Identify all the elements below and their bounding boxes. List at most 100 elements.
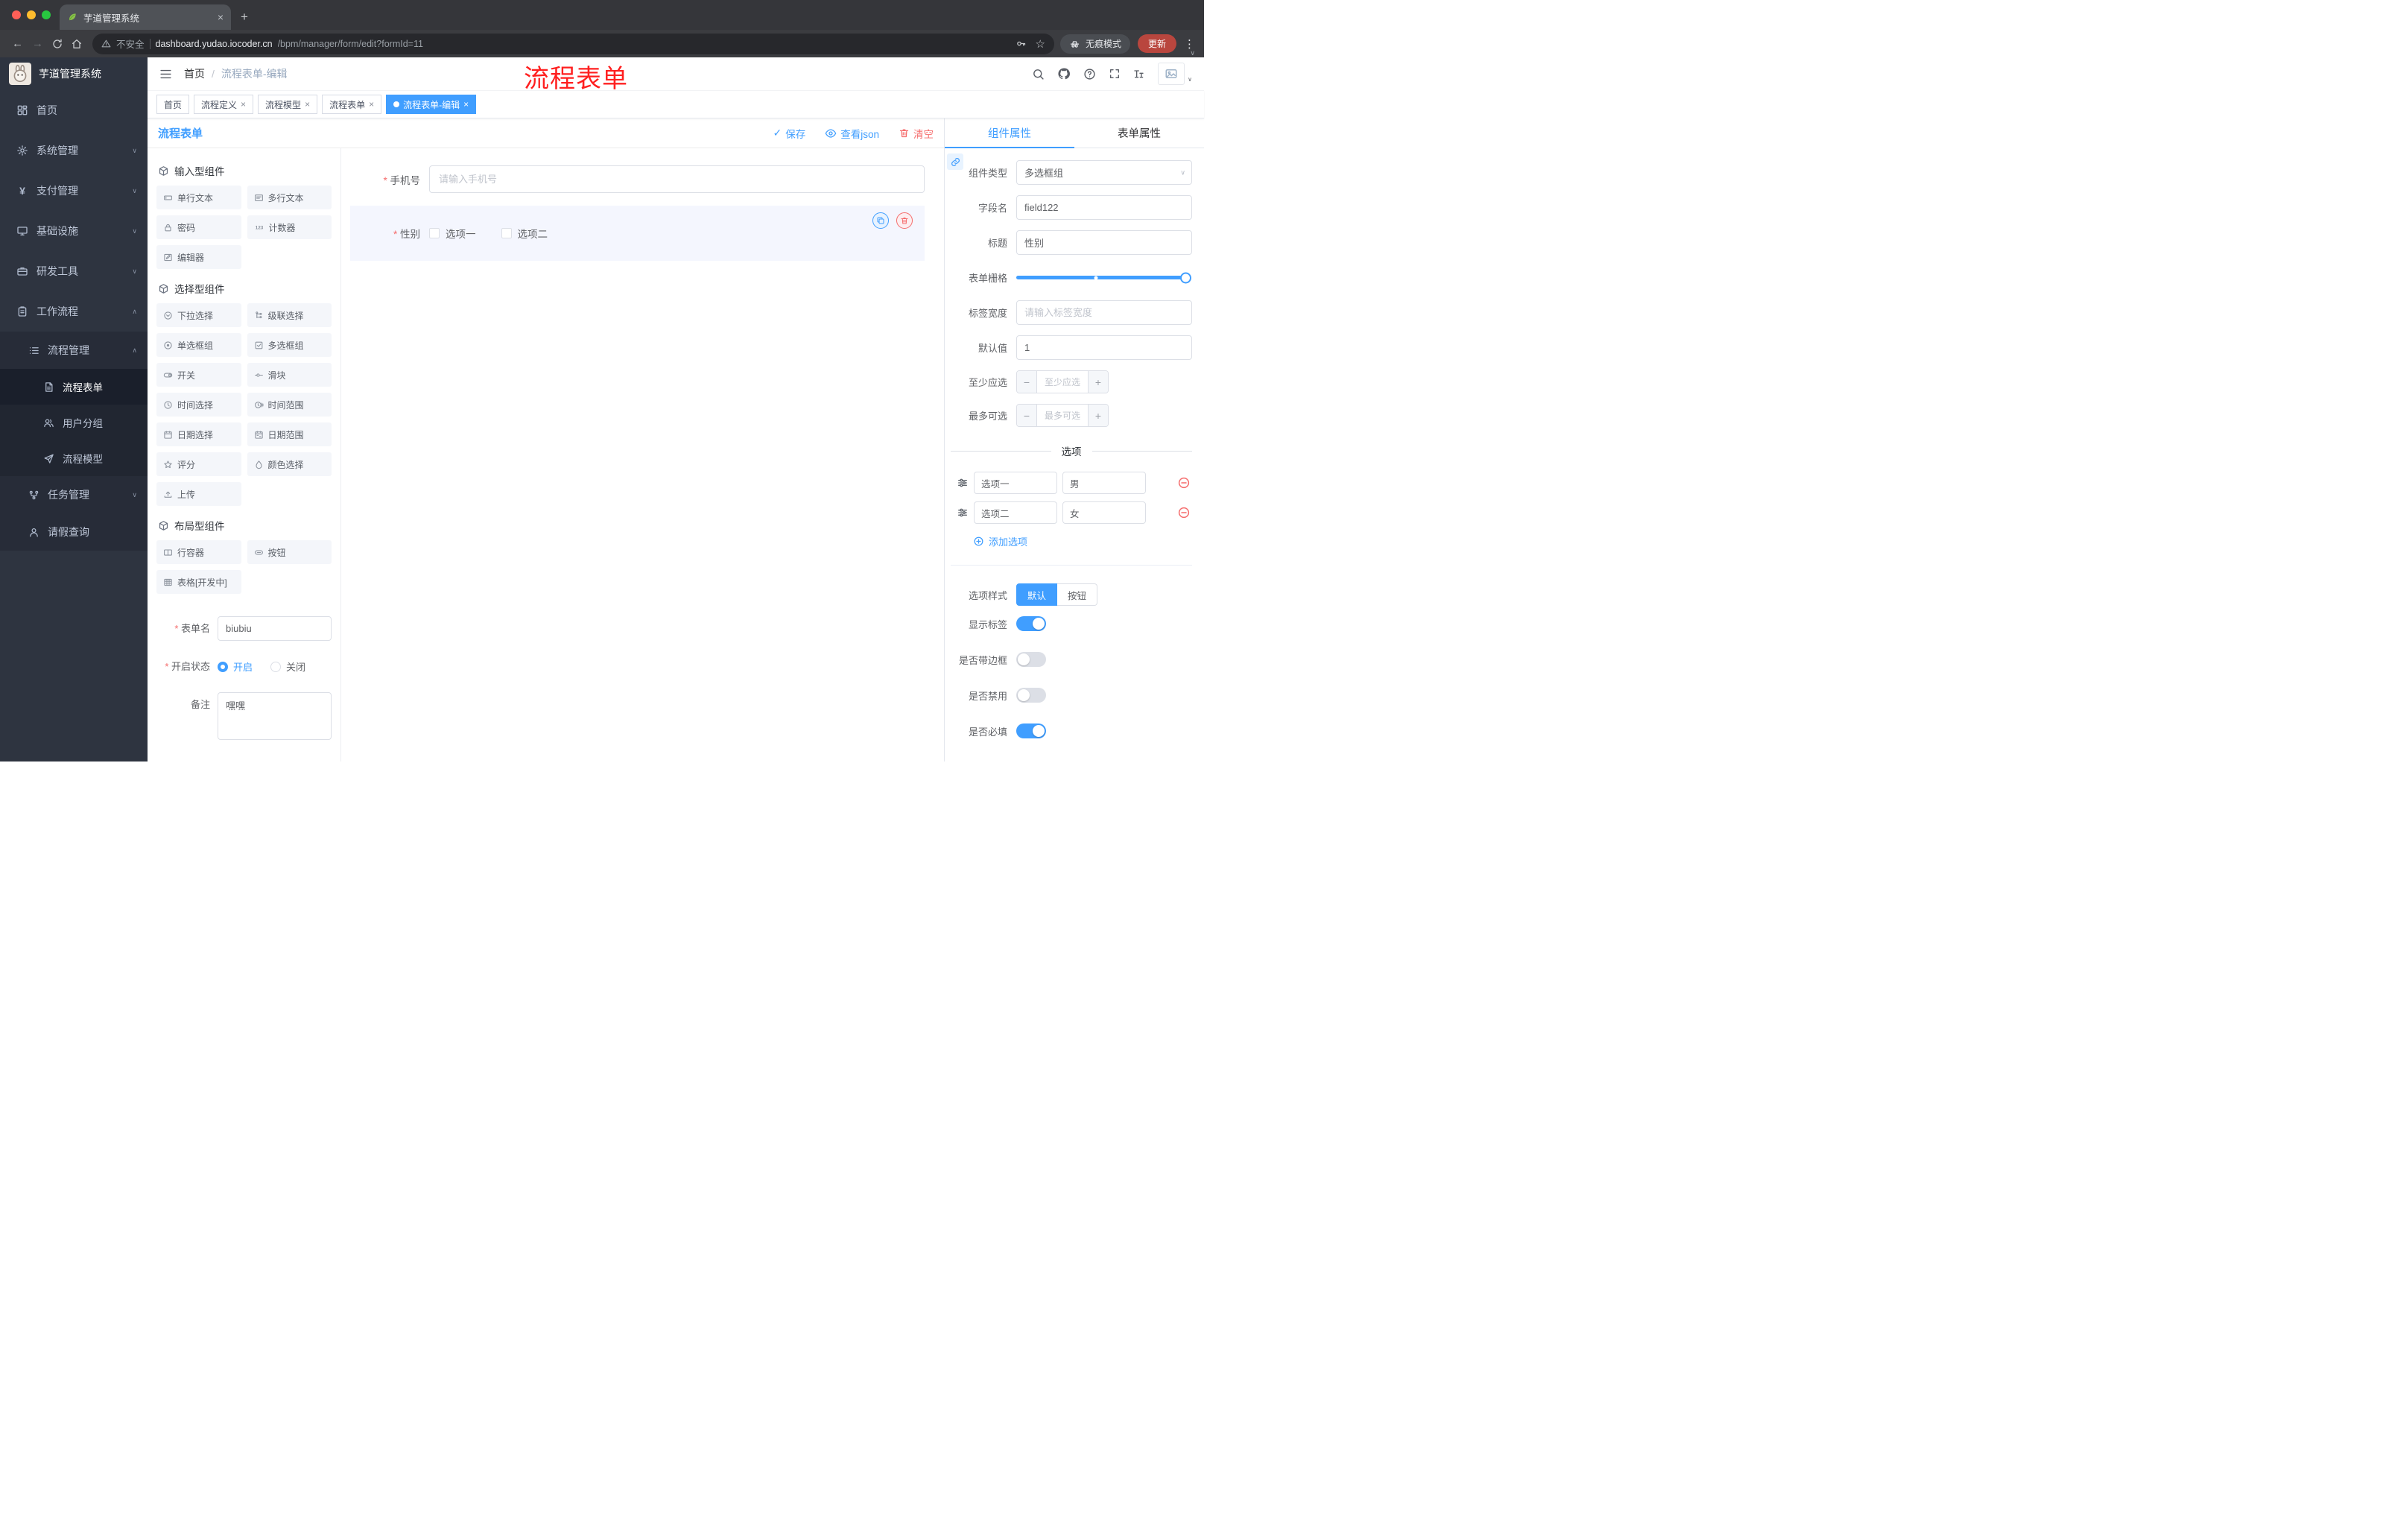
home-button[interactable] xyxy=(71,38,83,50)
add-option-button[interactable]: 添加选项 xyxy=(973,534,1192,548)
palette-item-slider[interactable]: 滑块 xyxy=(247,363,332,387)
close-icon[interactable]: × xyxy=(241,100,246,109)
sidebar-item-infrastructure[interactable]: 基础设施 ∨ xyxy=(0,211,148,251)
bookmark-star-icon[interactable]: ☆ xyxy=(1036,37,1045,51)
collapse-sidebar-icon[interactable] xyxy=(159,68,172,80)
tab-component-props[interactable]: 组件属性 xyxy=(945,118,1074,148)
palette-item-time-range[interactable]: 时间范围 xyxy=(247,393,332,417)
sidebar-item-dev-tools[interactable]: 研发工具 ∨ xyxy=(0,251,148,291)
label-width-input[interactable] xyxy=(1016,300,1192,325)
new-tab-button[interactable]: + xyxy=(241,10,248,23)
border-toggle[interactable] xyxy=(1016,652,1046,667)
checkbox-option-one[interactable]: 选项一 xyxy=(429,226,476,241)
stepper-minus-button[interactable]: − xyxy=(1017,405,1037,426)
canvas-field-gender-selected[interactable]: 性别 选项一 选项二 xyxy=(350,206,925,261)
grid-slider[interactable] xyxy=(1016,265,1192,290)
sidebar-item-home[interactable]: 首页 xyxy=(0,90,148,130)
component-type-select[interactable]: 多选框组 xyxy=(1016,160,1192,185)
palette-item-radio-group[interactable]: 单选框组 xyxy=(156,333,241,357)
checkbox-option-two[interactable]: 选项二 xyxy=(501,226,548,241)
sidebar-item-process-model[interactable]: 流程模型 xyxy=(0,440,148,476)
reload-button[interactable] xyxy=(51,38,63,50)
drag-handle-icon[interactable] xyxy=(957,477,969,489)
browser-tab[interactable]: 芋道管理系统 × xyxy=(60,4,231,30)
palette-item-switch[interactable]: 开关 xyxy=(156,363,241,387)
sidebar-item-task-management[interactable]: 任务管理 ∨ xyxy=(0,476,148,513)
tag-process-model[interactable]: 流程模型 × xyxy=(258,95,318,114)
window-close-button[interactable] xyxy=(12,10,21,19)
password-key-icon[interactable] xyxy=(1016,38,1027,49)
min-stepper-input[interactable] xyxy=(1037,371,1088,393)
tag-process-form[interactable]: 流程表单 × xyxy=(322,95,382,114)
close-icon[interactable]: × xyxy=(305,100,310,109)
option-value-input[interactable] xyxy=(1062,472,1146,494)
palette-item-button[interactable]: 按钮 xyxy=(247,540,332,564)
show-label-toggle[interactable] xyxy=(1016,616,1046,631)
option-label-input[interactable] xyxy=(974,472,1057,494)
palette-item-single-line-text[interactable]: 单行文本 xyxy=(156,186,241,209)
fullscreen-icon[interactable] xyxy=(1109,68,1121,80)
palette-item-upload[interactable]: 上传 xyxy=(156,482,241,506)
palette-item-select[interactable]: 下拉选择 xyxy=(156,303,241,327)
save-button[interactable]: ✓ 保存 xyxy=(773,126,806,141)
palette-item-date-range[interactable]: 日期范围 xyxy=(247,422,332,446)
palette-item-multi-line-text[interactable]: 多行文本 xyxy=(247,186,332,209)
form-name-input[interactable] xyxy=(218,616,332,641)
palette-item-password[interactable]: 密码 xyxy=(156,215,241,239)
tag-process-form-edit[interactable]: 流程表单-编辑 × xyxy=(386,95,477,114)
delete-component-button[interactable] xyxy=(896,212,913,229)
radio-status-off[interactable]: 关闭 xyxy=(270,659,305,674)
palette-item-rate[interactable]: 评分 xyxy=(156,452,241,476)
palette-item-editor[interactable]: 编辑器 xyxy=(156,245,241,269)
font-size-icon[interactable] xyxy=(1133,68,1145,80)
sidebar-item-payment-management[interactable]: ¥ 支付管理 ∨ xyxy=(0,171,148,211)
style-button-button[interactable]: 按钮 xyxy=(1057,583,1098,606)
palette-item-table[interactable]: 表格[开发中] xyxy=(156,570,241,594)
palette-item-time-picker[interactable]: 时间选择 xyxy=(156,393,241,417)
max-stepper-input[interactable] xyxy=(1037,405,1088,426)
breadcrumb-home[interactable]: 首页 xyxy=(184,66,205,81)
phone-field-input[interactable] xyxy=(429,165,925,193)
field-name-input[interactable] xyxy=(1016,195,1192,220)
stepper-minus-button[interactable]: − xyxy=(1017,371,1037,393)
option-value-input[interactable] xyxy=(1062,501,1146,524)
github-icon[interactable] xyxy=(1057,67,1071,80)
sidebar-item-process-form[interactable]: 流程表单 xyxy=(0,369,148,405)
window-minimize-button[interactable] xyxy=(27,10,36,19)
remove-option-button[interactable] xyxy=(1177,476,1191,490)
form-remark-textarea[interactable]: 嘿嘿 xyxy=(218,692,332,740)
browser-menu-icon[interactable]: ⋮ xyxy=(1184,37,1195,51)
sidebar-item-workflow[interactable]: 工作流程 ∧ xyxy=(0,291,148,332)
window-zoom-button[interactable] xyxy=(42,10,51,19)
back-button[interactable]: ← xyxy=(7,37,28,50)
update-button[interactable]: 更新 xyxy=(1137,34,1176,53)
search-icon[interactable] xyxy=(1032,68,1045,80)
close-icon[interactable]: × xyxy=(463,100,469,109)
option-label-input[interactable] xyxy=(974,501,1057,524)
title-input[interactable] xyxy=(1016,230,1192,255)
palette-item-date-picker[interactable]: 日期选择 xyxy=(156,422,241,446)
disabled-toggle[interactable] xyxy=(1016,688,1046,703)
user-avatar[interactable]: ∨ xyxy=(1158,63,1192,85)
stepper-plus-button[interactable]: + xyxy=(1088,371,1108,393)
style-default-button[interactable]: 默认 xyxy=(1016,583,1058,606)
palette-item-counter[interactable]: 计数器 xyxy=(247,215,332,239)
security-warning-icon[interactable] xyxy=(101,39,111,48)
form-canvas[interactable]: 手机号 性别 选项一 选项二 xyxy=(341,148,944,762)
radio-status-on[interactable]: 开启 xyxy=(218,659,253,674)
clear-button[interactable]: 清空 xyxy=(899,126,934,141)
canvas-field-phone[interactable]: 手机号 xyxy=(350,162,925,197)
chevron-down-icon[interactable]: ∨ xyxy=(1190,49,1195,57)
tag-home[interactable]: 首页 xyxy=(156,95,190,114)
tag-process-definition[interactable]: 流程定义 × xyxy=(194,95,254,114)
copy-component-button[interactable] xyxy=(872,212,889,229)
sidebar-item-process-management[interactable]: 流程管理 ∧ xyxy=(0,332,148,369)
palette-item-row-container[interactable]: 行容器 xyxy=(156,540,241,564)
panel-link-button[interactable] xyxy=(947,153,963,170)
default-value-input[interactable] xyxy=(1016,335,1192,360)
view-json-button[interactable]: 查看json xyxy=(825,126,879,141)
close-icon[interactable]: × xyxy=(369,100,374,109)
sidebar-item-leave-query[interactable]: 请假查询 xyxy=(0,513,148,551)
help-icon[interactable] xyxy=(1083,68,1096,80)
tab-form-props[interactable]: 表单属性 xyxy=(1074,118,1204,148)
